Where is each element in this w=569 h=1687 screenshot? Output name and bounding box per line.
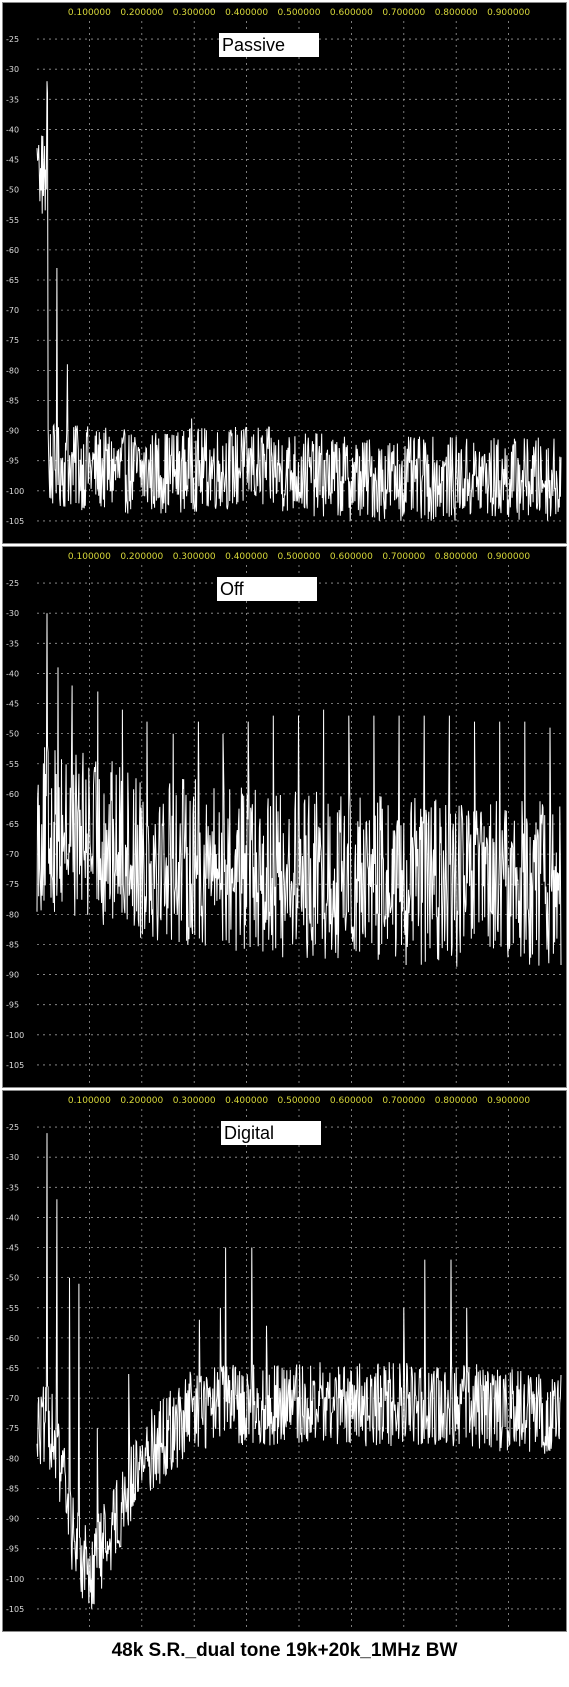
x-tick-label: 0.900000	[487, 552, 530, 562]
y-tick-label: -30	[6, 1153, 19, 1162]
spectrum-panel-digital: 0.100000 0.200000 0.300000 0.400000 0.500000…	[2, 1090, 567, 1632]
y-tick-label: -90	[6, 427, 19, 436]
y-tick-label: -25	[6, 35, 19, 44]
x-tick-label: 0.100000	[68, 8, 111, 18]
spectrum-chart-digital: 0.100000 0.200000 0.300000 0.400000 0.500000…	[3, 1091, 566, 1631]
y-tick-label: -105	[6, 1605, 24, 1614]
y-tick-label: -35	[6, 639, 19, 648]
y-tick-label: -90	[6, 1515, 19, 1524]
x-tick-label: 0.300000	[173, 552, 216, 562]
y-tick-label: -80	[6, 366, 19, 375]
x-tick-label: 0.500000	[278, 1096, 321, 1106]
x-tick-label: 0.200000	[120, 8, 163, 18]
x-tick-label: 0.200000	[120, 1096, 163, 1106]
y-tick-label: -105	[6, 1061, 24, 1070]
x-tick-label: 0.500000	[278, 552, 321, 562]
y-tick-label: -55	[6, 216, 19, 225]
x-tick-label: 0.900000	[487, 1096, 530, 1106]
figure-caption: 48k S.R._dual tone 19k+20k_1MHz BW	[111, 1640, 458, 1661]
y-tick-label: -50	[6, 186, 19, 195]
y-tick-label: -105	[6, 517, 24, 526]
y-tick-label: -40	[6, 1213, 19, 1222]
y-tick-label: -30	[6, 609, 19, 618]
y-tick-label: -75	[6, 336, 19, 345]
y-tick-label: -70	[6, 306, 19, 315]
y-tick-label: -75	[6, 880, 19, 889]
x-tick-label: 0.400000	[225, 8, 268, 18]
y-tick-label: -60	[6, 1334, 19, 1343]
y-tick-label: -35	[6, 1183, 19, 1192]
y-tick-label: -30	[6, 65, 19, 74]
y-tick-label: -40	[6, 125, 19, 134]
y-tick-label: -45	[6, 700, 19, 709]
y-tick-label: -95	[6, 457, 19, 466]
y-tick-label: -75	[6, 1424, 19, 1433]
x-tick-label: 0.700000	[382, 552, 425, 562]
y-tick-label: -100	[6, 1575, 24, 1584]
x-tick-label: 0.700000	[382, 8, 425, 18]
y-tick-label: -55	[6, 1304, 19, 1313]
x-tick-label: 0.900000	[487, 8, 530, 18]
x-tick-label: 0.400000	[225, 1096, 268, 1106]
y-tick-label: -35	[6, 95, 19, 104]
y-tick-label: -95	[6, 1001, 19, 1010]
y-tick-label: -40	[6, 669, 19, 678]
y-tick-label: -85	[6, 940, 19, 949]
x-tick-label: 0.200000	[120, 552, 163, 562]
y-tick-label: -100	[6, 487, 24, 496]
spectrum-chart-passive: 0.100000 0.200000 0.300000 0.400000 0.500000…	[3, 3, 566, 543]
x-tick-label: 0.800000	[435, 1096, 478, 1106]
y-tick-label: -25	[6, 579, 19, 588]
y-tick-label: -95	[6, 1545, 19, 1554]
spectrum-chart-off: 0.100000 0.200000 0.300000 0.400000 0.500000…	[3, 547, 566, 1087]
y-tick-label: -60	[6, 246, 19, 255]
y-tick-label: -85	[6, 1484, 19, 1493]
x-tick-label: 0.600000	[330, 8, 373, 18]
x-tick-label: 0.800000	[435, 8, 478, 18]
plot-background	[3, 1091, 566, 1631]
y-tick-label: -50	[6, 730, 19, 739]
y-tick-label: -80	[6, 1454, 19, 1463]
y-tick-label: -65	[6, 276, 19, 285]
y-tick-label: -65	[6, 1364, 19, 1373]
x-tick-label: 0.300000	[173, 1096, 216, 1106]
x-tick-label: 0.700000	[382, 1096, 425, 1106]
y-tick-label: -65	[6, 820, 19, 829]
y-tick-label: -70	[6, 1394, 19, 1403]
chart-title: Passive	[222, 35, 285, 55]
y-tick-label: -80	[6, 910, 19, 919]
x-tick-label: 0.100000	[68, 1096, 111, 1106]
x-tick-label: 0.800000	[435, 552, 478, 562]
x-tick-label: 0.300000	[173, 8, 216, 18]
y-tick-label: -55	[6, 760, 19, 769]
chart-title: Off	[220, 579, 245, 599]
y-tick-label: -100	[6, 1031, 24, 1040]
y-tick-label: -60	[6, 790, 19, 799]
x-tick-label: 0.600000	[330, 552, 373, 562]
y-tick-label: -50	[6, 1274, 19, 1283]
x-tick-label: 0.600000	[330, 1096, 373, 1106]
chart-title: Digital	[224, 1123, 274, 1143]
spectrum-panel-off: 0.100000 0.200000 0.300000 0.400000 0.500000…	[2, 546, 567, 1088]
x-tick-label: 0.400000	[225, 552, 268, 562]
y-tick-label: -85	[6, 396, 19, 405]
spectrum-panel-passive: 0.100000 0.200000 0.300000 0.400000 0.500000…	[2, 2, 567, 544]
y-tick-label: -25	[6, 1123, 19, 1132]
y-tick-label: -45	[6, 156, 19, 165]
x-tick-label: 0.100000	[68, 552, 111, 562]
y-tick-label: -90	[6, 971, 19, 980]
x-tick-label: 0.500000	[278, 8, 321, 18]
y-tick-label: -70	[6, 850, 19, 859]
y-tick-label: -45	[6, 1244, 19, 1253]
